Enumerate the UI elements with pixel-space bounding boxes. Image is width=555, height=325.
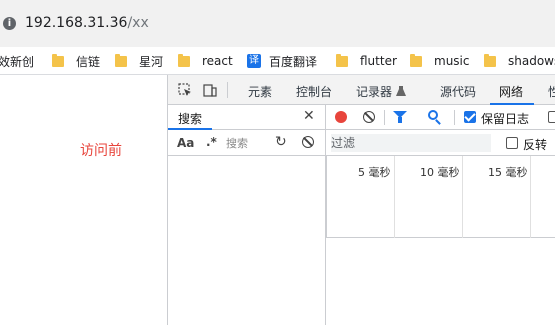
network-panel: 保留日志 反转 5 毫秒 10 毫秒 15 毫秒 <box>326 105 555 325</box>
toolbar-divider <box>384 110 385 125</box>
bookmark-label: 星河 <box>139 54 164 69</box>
record-icon[interactable] <box>335 111 347 123</box>
tab-recorder[interactable]: 记录器 <box>356 83 406 100</box>
timeline-gridline <box>462 156 463 238</box>
bookmark-item[interactable]: 信链 <box>52 52 100 70</box>
filter-input[interactable] <box>331 134 491 152</box>
translate-icon: 译 <box>247 54 261 68</box>
toolbar-divider <box>454 110 455 125</box>
tab-elements[interactable]: 元素 <box>248 83 272 100</box>
bookmark-label: music <box>434 54 470 68</box>
network-overview-timeline[interactable]: 5 毫秒 10 毫秒 15 毫秒 <box>326 156 555 238</box>
search-icon-handle <box>435 119 441 125</box>
folder-icon <box>484 53 496 67</box>
folder-icon <box>115 53 127 67</box>
toolbar-divider <box>227 82 228 98</box>
url-host: 192.168.31.36 <box>25 15 128 31</box>
url-text[interactable]: 192.168.31.36/xx <box>25 15 149 31</box>
folder-icon <box>178 53 190 67</box>
url-path: /xx <box>127 15 149 31</box>
disable-cache-checkbox[interactable] <box>548 111 555 123</box>
tab-network[interactable]: 网络 <box>499 83 523 100</box>
tab-performance[interactable]: 性 <box>548 83 555 100</box>
bookmark-item[interactable]: react <box>178 52 233 70</box>
search-header: 搜索 ✕ <box>168 105 326 130</box>
bookmark-label: flutter <box>360 54 397 68</box>
bookmarks-bar: 效新创 信链 星河 react 译 百度翻译 flutter music sha… <box>0 47 555 75</box>
bookmark-label: shadows <box>508 54 555 68</box>
timeline-tick-label: 15 毫秒 <box>488 166 528 179</box>
clear-log-icon[interactable] <box>363 111 375 123</box>
timeline-tick-label: 5 毫秒 <box>358 166 391 179</box>
bookmark-label: 百度翻译 <box>269 54 318 69</box>
filter-bar: 反转 <box>326 130 555 156</box>
bookmark-item[interactable]: music <box>410 52 469 70</box>
bookmark-item[interactable]: 星河 <box>115 52 163 70</box>
devtools-panel: 元素 控制台 记录器 源代码 网络 性 搜索 ✕ Aa .* ↻ <box>168 75 555 325</box>
bookmark-item[interactable]: shadows <box>484 52 555 70</box>
filter-icon-stem <box>398 117 402 123</box>
bookmark-item[interactable]: 效新创 <box>0 52 34 70</box>
folder-icon <box>52 53 64 67</box>
search-toolbar: Aa .* ↻ <box>168 130 326 156</box>
devtools-tab-bar: 元素 控制台 记录器 源代码 网络 性 <box>168 75 555 105</box>
match-case-button[interactable]: Aa <box>177 136 194 150</box>
regex-button[interactable]: .* <box>206 135 217 149</box>
address-bar[interactable]: i 192.168.31.36/xx <box>0 0 555 47</box>
preserve-log-label: 保留日志 <box>481 112 530 126</box>
search-pane: 搜索 ✕ Aa .* ↻ <box>168 105 326 325</box>
bookmark-label: 信链 <box>76 54 101 69</box>
bookmark-item[interactable]: 译 百度翻译 <box>247 52 317 70</box>
page-viewport: 访问前 <box>0 75 168 325</box>
timeline-gridline <box>394 156 395 238</box>
timeline-tick-label: 10 毫秒 <box>420 166 460 179</box>
folder-icon <box>336 53 348 67</box>
bookmark-label: react <box>202 54 233 68</box>
tab-sources[interactable]: 源代码 <box>440 83 476 100</box>
invert-checkbox[interactable] <box>506 137 518 149</box>
preserve-log-checkbox[interactable] <box>464 111 476 123</box>
flask-icon <box>395 86 406 96</box>
globe-icon[interactable]: i <box>3 17 16 30</box>
inspect-element-icon[interactable] <box>178 83 192 97</box>
tab-recorder-label: 记录器 <box>356 85 393 99</box>
search-input[interactable] <box>226 134 266 152</box>
device-toolbar-icon[interactable] <box>203 83 217 97</box>
close-icon[interactable]: ✕ <box>303 108 315 124</box>
network-toolbar: 保留日志 <box>326 105 555 130</box>
timeline-gridline <box>530 156 531 238</box>
bookmark-item[interactable]: flutter <box>336 52 397 70</box>
clear-icon[interactable] <box>302 136 314 148</box>
folder-icon <box>410 53 422 67</box>
timeline-border <box>326 156 327 238</box>
search-tab-label[interactable]: 搜索 <box>178 110 202 127</box>
refresh-icon[interactable]: ↻ <box>275 134 287 150</box>
visit-label: 访问前 <box>80 143 122 159</box>
tab-console[interactable]: 控制台 <box>296 83 332 100</box>
bookmark-label: 效新创 <box>0 54 35 69</box>
invert-label: 反转 <box>523 138 548 152</box>
